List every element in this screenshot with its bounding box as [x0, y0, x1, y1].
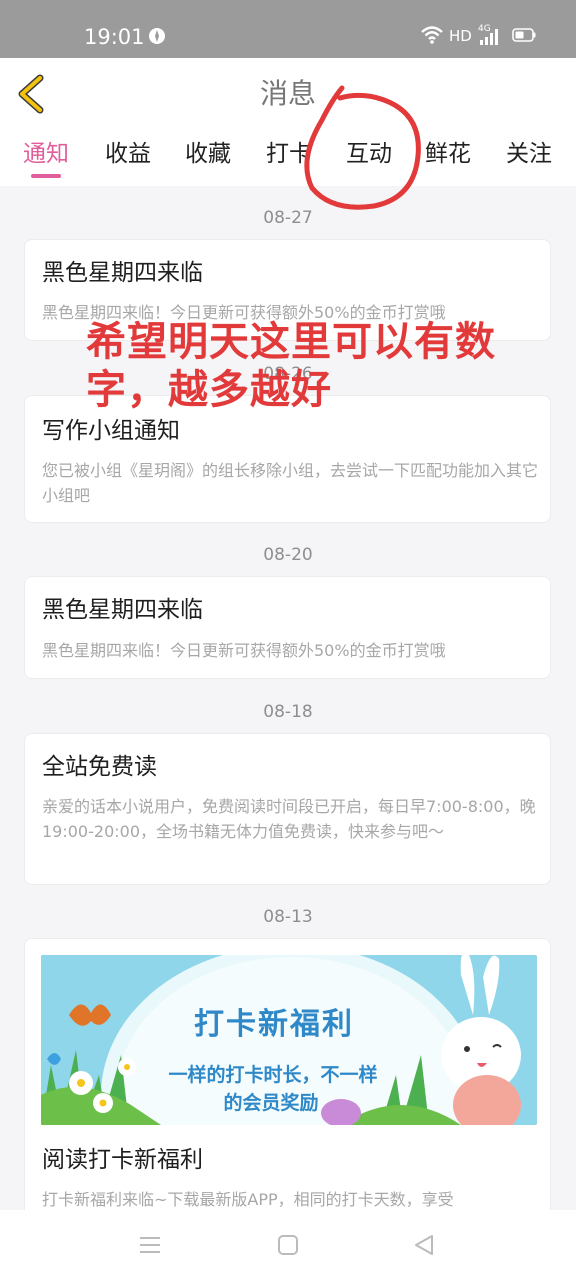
banner-subtitle: 的会员奖励 [223, 1092, 319, 1114]
message-desc: 黑色星期四来临！今日更新可获得额外50%的金币打赏哦 [42, 641, 446, 660]
tab-favorites[interactable]: 收藏 [184, 138, 232, 178]
bottom-nav [0, 1210, 576, 1280]
status-time: 19:01 [84, 25, 145, 49]
message-card[interactable]: 打卡新福利 一样的打卡时长，不一样 的会员奖励 阅读打卡新福利 打卡新福利来临~… [24, 938, 551, 1228]
date-label: 08-18 [263, 702, 313, 722]
page-title: 消息 [259, 77, 316, 110]
message-title: 阅读打卡新福利 [42, 1147, 203, 1173]
tab-notice[interactable]: 通知 [22, 138, 70, 178]
message-desc: 亲爱的话本小说用户，免费阅读时间段已开启，每日早7:00-8:00，晚19:00… [42, 797, 536, 841]
wifi-icon [421, 26, 443, 44]
message-title: 全站免费读 [42, 754, 157, 780]
date-label: 08-20 [263, 545, 313, 565]
battery-icon [512, 28, 536, 42]
message-card[interactable]: 全站免费读 亲爱的话本小说用户，免费阅读时间段已开启，每日早7:00-8:00，… [24, 733, 551, 885]
status-bar: 19:01 HD 4G [0, 0, 576, 58]
signal-icon: 4G [478, 24, 504, 46]
active-tab-indicator [31, 174, 61, 178]
promo-banner[interactable]: 打卡新福利 一样的打卡时长，不一样 的会员奖励 [41, 955, 537, 1125]
tab-earnings[interactable]: 收益 [104, 138, 152, 178]
header-bar: 消息 [0, 58, 576, 130]
message-desc: 打卡新福利来临~下载最新版APP，相同的打卡天数，享受 [42, 1190, 454, 1209]
message-card[interactable]: 写作小组通知 您已被小组《星玥阁》的组长移除小组，去尝试一下匹配功能加入其它小组… [24, 395, 551, 523]
red-circle-annotation [304, 85, 421, 210]
hd-label: HD [449, 27, 472, 45]
banner-subtitle: 一样的打卡时长，不一样 [168, 1064, 378, 1086]
tab-follow[interactable]: 关注 [505, 138, 553, 178]
home-square-icon[interactable] [270, 1230, 306, 1260]
message-desc: 您已被小组《星玥阁》的组长移除小组，去尝试一下匹配功能加入其它小组吧 [42, 461, 539, 505]
compass-icon [149, 28, 165, 44]
date-label: 08-27 [263, 208, 313, 228]
annotation-text: 希望明天这里可以有数字，越多越好 [86, 319, 496, 413]
date-label: 08-13 [263, 907, 313, 927]
tab-bar: 通知 收益 收藏 打卡 互动 鲜花 关注 [0, 130, 576, 186]
menu-icon[interactable] [132, 1230, 168, 1260]
message-card[interactable]: 黑色星期四来临 黑色星期四来临！今日更新可获得额外50%的金币打赏哦 [24, 576, 551, 679]
message-title: 写作小组通知 [42, 418, 180, 444]
message-title: 黑色星期四来临 [42, 597, 203, 623]
message-title: 黑色星期四来临 [42, 260, 203, 286]
back-triangle-icon[interactable] [406, 1230, 442, 1260]
banner-headline: 打卡新福利 [194, 1007, 354, 1042]
